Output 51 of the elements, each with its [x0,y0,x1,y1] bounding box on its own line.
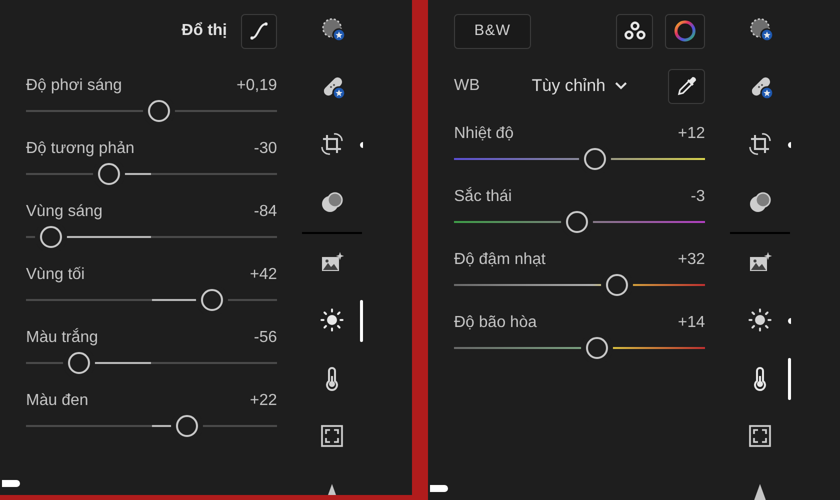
slider-value: -3 [690,187,705,207]
slider-track[interactable] [26,226,277,248]
frame-icon[interactable] [748,424,774,450]
slider-value: +14 [678,313,705,333]
eyedropper-icon [676,75,698,97]
slider-track[interactable] [26,289,277,311]
slider-value: -30 [254,139,277,159]
slider-track[interactable] [454,337,705,359]
slider-track[interactable] [454,211,705,233]
slider-label: Độ bão hòa [454,313,537,333]
slider-track[interactable] [26,100,277,122]
slider-value: +32 [678,250,705,270]
slider-value: +12 [678,124,705,144]
scroll-handle [2,480,20,487]
curve-icon [249,21,269,41]
slider-label: Sắc thái [454,186,512,207]
chevron-down-icon [615,82,628,90]
scroll-handle [430,485,448,492]
wb-dropdown[interactable]: Tùy chỉnh [532,73,628,99]
slider-value: -84 [254,202,277,222]
bw-button[interactable]: B&W [454,14,531,48]
slider-track[interactable] [26,163,277,185]
slider-label: Độ tương phản [26,139,134,159]
slider-track[interactable] [26,352,277,374]
sun-icon[interactable] [748,308,774,334]
wb-label: WB [454,76,480,96]
slider-label: Độ phơi sáng [26,76,122,96]
sun-icon[interactable] [320,308,346,334]
slider-label: Vùng tối [26,265,85,285]
three-circles-icon [624,21,646,41]
color-grading-button[interactable] [665,14,705,48]
color-wheel-icon [673,19,697,43]
curve-button[interactable] [241,14,277,48]
slider-track[interactable] [454,148,705,170]
color-mix-button[interactable] [616,14,653,48]
eyedropper-button[interactable] [668,68,705,104]
slider-label: Nhiệt độ [454,124,514,144]
slider-value: +0,19 [236,76,277,96]
dotted-circle-star-icon[interactable] [748,16,774,42]
slider-label: Vùng sáng [26,202,103,222]
slider-label: Độ đậm nhạt [454,250,546,270]
frame-icon[interactable] [320,424,346,450]
slider-value: +22 [250,391,277,411]
dotted-circle-star-icon[interactable] [320,16,346,42]
slider-value: -56 [254,328,277,348]
slider-track[interactable] [26,415,277,437]
panel-title: Đổ thị [182,21,227,41]
slider-label: Màu đen [26,391,88,411]
slider-label: Màu trắng [26,327,98,348]
slider-track[interactable] [454,274,705,296]
slider-value: +42 [250,265,277,285]
